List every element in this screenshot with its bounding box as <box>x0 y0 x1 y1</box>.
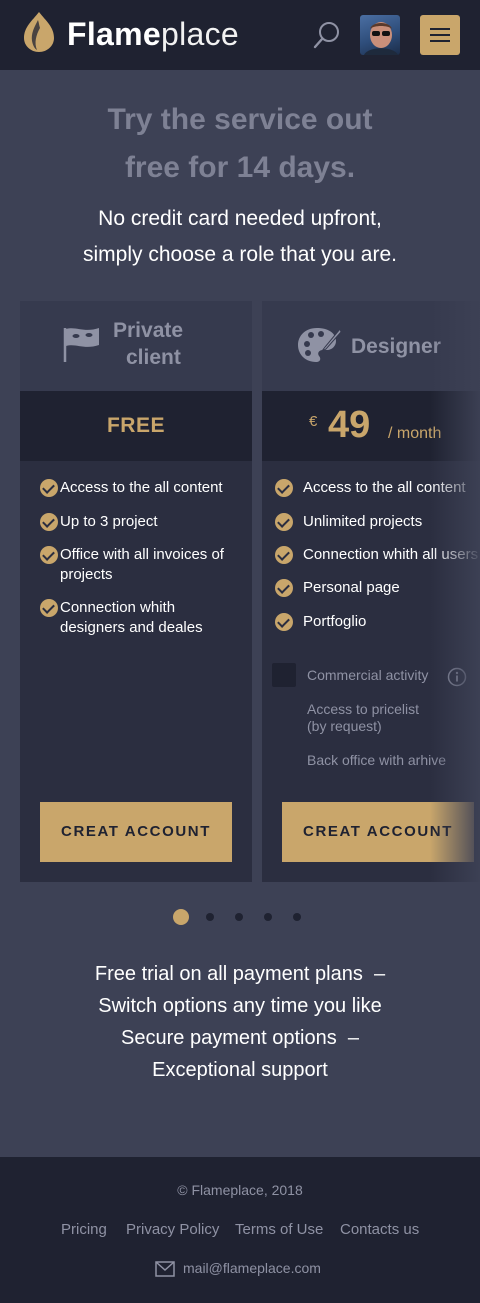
footer-links: Pricing Privacy Policy Terms of Use Cont… <box>0 1221 480 1241</box>
plan-price: FREE <box>106 414 165 437</box>
carousel-dot-2[interactable] <box>206 913 214 921</box>
plan-title-line: client <box>126 346 181 369</box>
price-period: / month <box>388 425 442 442</box>
commercial-activity-checkbox[interactable] <box>272 663 296 687</box>
price-currency: € <box>309 413 318 430</box>
brand-light: place <box>160 16 239 52</box>
option-label: Commercial activity <box>307 667 429 683</box>
feature-text-line: Office with all invoices of <box>60 546 224 563</box>
mask-flag-icon <box>63 328 99 362</box>
check-icon <box>275 479 293 497</box>
hero-subtitle-line: No credit card needed upfront, <box>98 207 382 230</box>
user-avatar[interactable] <box>360 15 400 55</box>
plan-card-header: Designer <box>262 301 480 391</box>
check-icon <box>275 579 293 597</box>
benefit-text: Free trial on all payment plans <box>94 963 363 985</box>
email-address: mail@flameplace.com <box>183 1260 321 1276</box>
check-icon <box>275 546 293 564</box>
check-icon <box>275 613 293 631</box>
plan-price-band: € 49 / month <box>262 391 480 461</box>
footer-link-privacy-policy[interactable]: Privacy Policy <box>126 1221 219 1238</box>
option-sub-line: Access to pricelist <box>307 701 420 717</box>
info-icon[interactable] <box>447 667 467 687</box>
benefit-text: Secure payment options <box>121 1027 337 1049</box>
top-navbar: Flameplace <box>0 0 480 70</box>
check-icon <box>40 546 58 564</box>
envelope-icon <box>155 1261 175 1277</box>
create-account-button[interactable]: CREAT ACCOUNT <box>40 802 232 862</box>
plan-card-designer: Designer € 49 / month Access to the all … <box>262 301 480 882</box>
benefit-line: Free trial on all payment plans – <box>0 958 480 990</box>
benefit-line: Exceptional support <box>0 1054 480 1086</box>
plan-title-line: Private <box>113 319 184 342</box>
carousel-dot-5[interactable] <box>293 913 301 921</box>
benefit-separator: – <box>347 1027 359 1049</box>
plan-price: 49 <box>328 404 371 446</box>
carousel-dot-1[interactable] <box>173 909 189 925</box>
option-sub-line: (by request) <box>307 718 382 734</box>
flame-logo-icon[interactable] <box>22 11 56 53</box>
feature-text: Unlimited projects <box>303 513 423 530</box>
feature-text: Access to the all content <box>303 479 466 496</box>
avatar-photo <box>364 22 398 55</box>
feature-text: Personal page <box>303 579 400 596</box>
feature-text: Up to 3 project <box>60 513 158 530</box>
create-account-button[interactable]: CREAT ACCOUNT <box>282 802 474 862</box>
feature-text-line: designers and deales <box>60 619 203 636</box>
feature-text: Access to the all content <box>60 479 223 496</box>
menu-line <box>430 34 450 36</box>
brand-bold: Flame <box>67 16 161 52</box>
benefit-separator: – <box>373 963 386 985</box>
feature-text: Connection whith designers and deales <box>60 598 203 638</box>
check-icon <box>275 513 293 531</box>
carousel-dot-3[interactable] <box>235 913 243 921</box>
plan-title: Private client <box>113 317 183 371</box>
hero-title-line: Try the service out <box>107 103 373 136</box>
benefit-text: Switch options any time you like <box>98 995 382 1017</box>
copyright: © Flameplace, 2018 <box>177 1182 303 1198</box>
hero-subtitle-line: simply choose a role that you are. <box>83 243 397 266</box>
feature-text-line: Connection whith <box>60 599 176 616</box>
brand-name[interactable]: Flameplace <box>67 14 239 54</box>
check-icon <box>40 513 58 531</box>
benefit-line: Switch options any time you like <box>0 990 480 1022</box>
option-sub-feature: Access to pricelist (by request) <box>307 701 419 735</box>
page-footer: © Flameplace, 2018 Pricing Privacy Polic… <box>0 1157 480 1303</box>
carousel-dot-4[interactable] <box>264 913 272 921</box>
hero-title: Try the service out free for 14 days. <box>0 96 480 192</box>
footer-link-terms-of-use[interactable]: Terms of Use <box>235 1221 323 1238</box>
menu-line <box>430 40 450 42</box>
hamburger-menu-icon[interactable] <box>420 15 460 55</box>
hero-subtitle: No credit card needed upfront, simply ch… <box>0 201 480 273</box>
plan-title: Designer <box>351 335 441 358</box>
footer-link-pricing[interactable]: Pricing <box>61 1221 107 1238</box>
benefit-line: Secure payment options – <box>0 1022 480 1054</box>
carousel-pagination <box>0 909 480 925</box>
option-sub-feature: Back office with arhive <box>307 752 447 768</box>
feature-text: Connection whith all users <box>303 546 479 563</box>
feature-text-line: projects <box>60 566 113 583</box>
footer-link-contacts[interactable]: Contacts us <box>340 1221 419 1238</box>
hero-title-line: free for 14 days. <box>124 151 356 184</box>
feature-text: Portfoglio <box>303 613 367 630</box>
check-icon <box>40 479 58 497</box>
search-icon[interactable] <box>312 20 342 50</box>
check-icon <box>40 599 58 617</box>
feature-text: Office with all invoices of projects <box>60 545 224 585</box>
menu-line <box>430 28 450 30</box>
plan-price-band: FREE <box>20 391 252 461</box>
palette-icon <box>298 327 341 362</box>
plan-card-private-client: Private client FREE Access to the all co… <box>20 301 252 882</box>
benefit-text: Exceptional support <box>152 1059 328 1081</box>
benefits-list: Free trial on all payment plans – Switch… <box>0 958 480 1086</box>
plan-card-header: Private client <box>20 301 252 391</box>
